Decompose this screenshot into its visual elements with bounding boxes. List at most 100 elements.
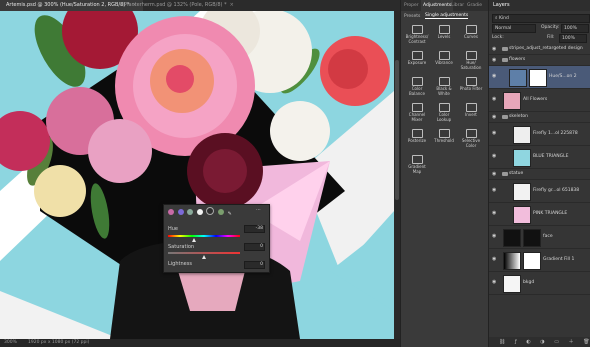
adj-brightness-contrast[interactable]: Brightness/ Contrast <box>404 24 430 48</box>
layer-row[interactable]: ◉ BLUE TRIANGLE <box>489 146 590 169</box>
eye-icon[interactable]: ◉ <box>492 74 498 79</box>
eye-icon[interactable]: ◉ <box>492 97 498 102</box>
saturation-label: Saturation <box>168 244 195 250</box>
eye-icon[interactable]: ◉ <box>492 234 498 239</box>
eye-icon[interactable]: ◉ <box>492 131 498 136</box>
eye-icon[interactable]: ◉ <box>492 114 496 120</box>
tab-adjustments[interactable]: Adjustments <box>421 0 454 11</box>
layer-row[interactable]: ◉ bkgd <box>489 272 590 295</box>
close-icon[interactable]: × <box>230 2 234 8</box>
adj-exposure[interactable]: Exposure <box>404 50 430 74</box>
adj-levels[interactable]: Levels <box>431 24 457 48</box>
eye-icon[interactable]: ◉ <box>492 257 498 262</box>
layer-thumb <box>503 229 521 247</box>
swatch-icon[interactable] <box>187 209 194 215</box>
layer-thumb <box>513 149 531 167</box>
document-canvas[interactable] <box>0 11 394 339</box>
tab-layers[interactable]: Layers <box>493 2 510 8</box>
fx-icon[interactable]: ƒ <box>515 339 517 345</box>
eye-icon[interactable]: ◉ <box>492 280 498 285</box>
layer-row[interactable]: ◉ Firefly 1...ol 225878 <box>489 123 590 146</box>
zoom-level[interactable]: 300% <box>4 339 17 347</box>
kind-label: Kind <box>498 16 509 21</box>
adj-vibrance[interactable]: Vibrance <box>431 50 457 74</box>
adj-invert[interactable]: Invert <box>458 102 484 126</box>
subtab-presets[interactable]: Presets <box>404 14 420 19</box>
lightness-value[interactable]: 0 <box>244 261 265 269</box>
new-layer-icon[interactable]: ＋ <box>569 339 574 345</box>
adj-threshold[interactable]: Threshold <box>431 128 457 152</box>
channel-mixer-icon <box>411 103 423 112</box>
eyedropper-icon[interactable]: ✎ <box>228 211 234 217</box>
adj-gradient-map[interactable]: Gradient Map <box>404 154 430 178</box>
folder-icon <box>502 58 508 62</box>
adj-label: Threshold <box>434 138 454 143</box>
hue-slider-track[interactable] <box>168 235 240 237</box>
saturation-value[interactable]: 0 <box>244 243 265 251</box>
adj-hue-saturation[interactable]: Hue/ Saturation <box>458 50 484 74</box>
eye-icon[interactable]: ◉ <box>492 154 498 159</box>
tab-libraries[interactable]: Librar <box>451 0 464 11</box>
saturation-slider-knob[interactable] <box>202 255 206 259</box>
hue-label: Hue <box>168 226 179 232</box>
opacity-field[interactable]: 100% <box>561 24 589 33</box>
kind-filter[interactable]: ⌕ Kind <box>492 14 590 23</box>
layer-row[interactable]: ◉ All Flowers <box>489 89 590 112</box>
trash-icon[interactable]: 🗑 <box>583 339 589 345</box>
layer-row-selected[interactable]: ◉ Hue/S...on 2 <box>489 66 590 89</box>
blend-mode-select[interactable]: Normal <box>492 24 536 33</box>
layer-group-row[interactable]: ◉ flowers <box>489 55 590 66</box>
adj-label: Color Balance <box>409 86 425 96</box>
subtab-single-adjustments[interactable]: Single adjustments <box>425 13 469 19</box>
scrollbar-thumb[interactable] <box>395 60 399 200</box>
folder-add-icon[interactable]: ▭ <box>554 339 559 345</box>
adj-photo-filter[interactable]: Photo Filter <box>458 76 484 100</box>
adj-posterize[interactable]: Posterize <box>404 128 430 152</box>
folder-icon <box>502 47 508 51</box>
mask-icon[interactable]: ◐ <box>526 339 530 345</box>
fill-label: Fill: <box>547 35 555 40</box>
layer-group-row[interactable]: ◉ stripes_adjust_retargeted design <box>489 44 590 55</box>
adjustments-panel: Proper Adjustments Librar Gradie Presets… <box>400 0 488 347</box>
adj-channel-mixer[interactable]: Channel Mixer <box>404 102 430 126</box>
adj-color-lookup[interactable]: Color Lookup <box>431 102 457 126</box>
layer-group-row[interactable]: ◉ skeleton <box>489 112 590 123</box>
tab-gradients[interactable]: Gradie <box>467 0 482 11</box>
eye-icon[interactable]: ◉ <box>492 211 498 216</box>
layer-group-row[interactable]: ◉ statue <box>489 169 590 180</box>
adj-selective-color[interactable]: Selective Color <box>458 128 484 152</box>
layer-row[interactable]: ◉ PINK TRIANGLE <box>489 203 590 226</box>
eye-icon[interactable]: ◉ <box>492 171 496 177</box>
swatch-icon[interactable] <box>196 209 203 215</box>
layer-row[interactable]: ◉ Gradient Fill 1 <box>489 249 590 272</box>
swatch-icon[interactable] <box>177 209 184 215</box>
layer-row[interactable]: ◉ face <box>489 226 590 249</box>
eye-icon[interactable]: ◉ <box>492 57 496 63</box>
hue-value[interactable]: -38 <box>244 225 265 233</box>
layers-footer-toolbar: ⛓ ƒ ◐ ◑ ▭ ＋ 🗑 <box>489 337 590 347</box>
adj-black-white[interactable]: Black & White <box>431 76 457 100</box>
fill-field[interactable]: 100% <box>559 34 587 43</box>
invert-icon <box>465 103 477 112</box>
link-icon[interactable]: ⛓ <box>499 339 505 345</box>
layer-row[interactable]: ◉ Firefly gr...ol 651838 <box>489 180 590 203</box>
layer-name: flowers <box>509 57 526 62</box>
adj-color-balance[interactable]: Color Balance <box>404 76 430 100</box>
search-icon: ⌕ <box>495 16 498 21</box>
artwork-illustration <box>0 11 394 339</box>
adj-curves[interactable]: Curves <box>458 24 484 48</box>
swatch-icon[interactable] <box>217 209 224 215</box>
adj-label: Color Lookup <box>436 112 452 122</box>
tab-properties[interactable]: Proper <box>404 0 419 11</box>
layer-thumb <box>513 206 531 224</box>
more-icon[interactable]: ⋯ <box>256 207 261 213</box>
swatch-icon[interactable] <box>168 209 174 215</box>
swatch-icon[interactable] <box>206 207 215 215</box>
hue-slider-knob[interactable] <box>192 238 196 242</box>
adjustment-icon[interactable]: ◑ <box>540 339 544 345</box>
eye-icon[interactable]: ◉ <box>492 188 498 193</box>
saturation-slider-track[interactable] <box>168 252 240 254</box>
eye-icon[interactable]: ◉ <box>492 46 496 52</box>
adj-label: Invert <box>465 112 477 117</box>
doc-tab-planterherm[interactable]: ePlanterherm.psd @ 132% (Pole, RGB/8) * × <box>115 0 240 11</box>
